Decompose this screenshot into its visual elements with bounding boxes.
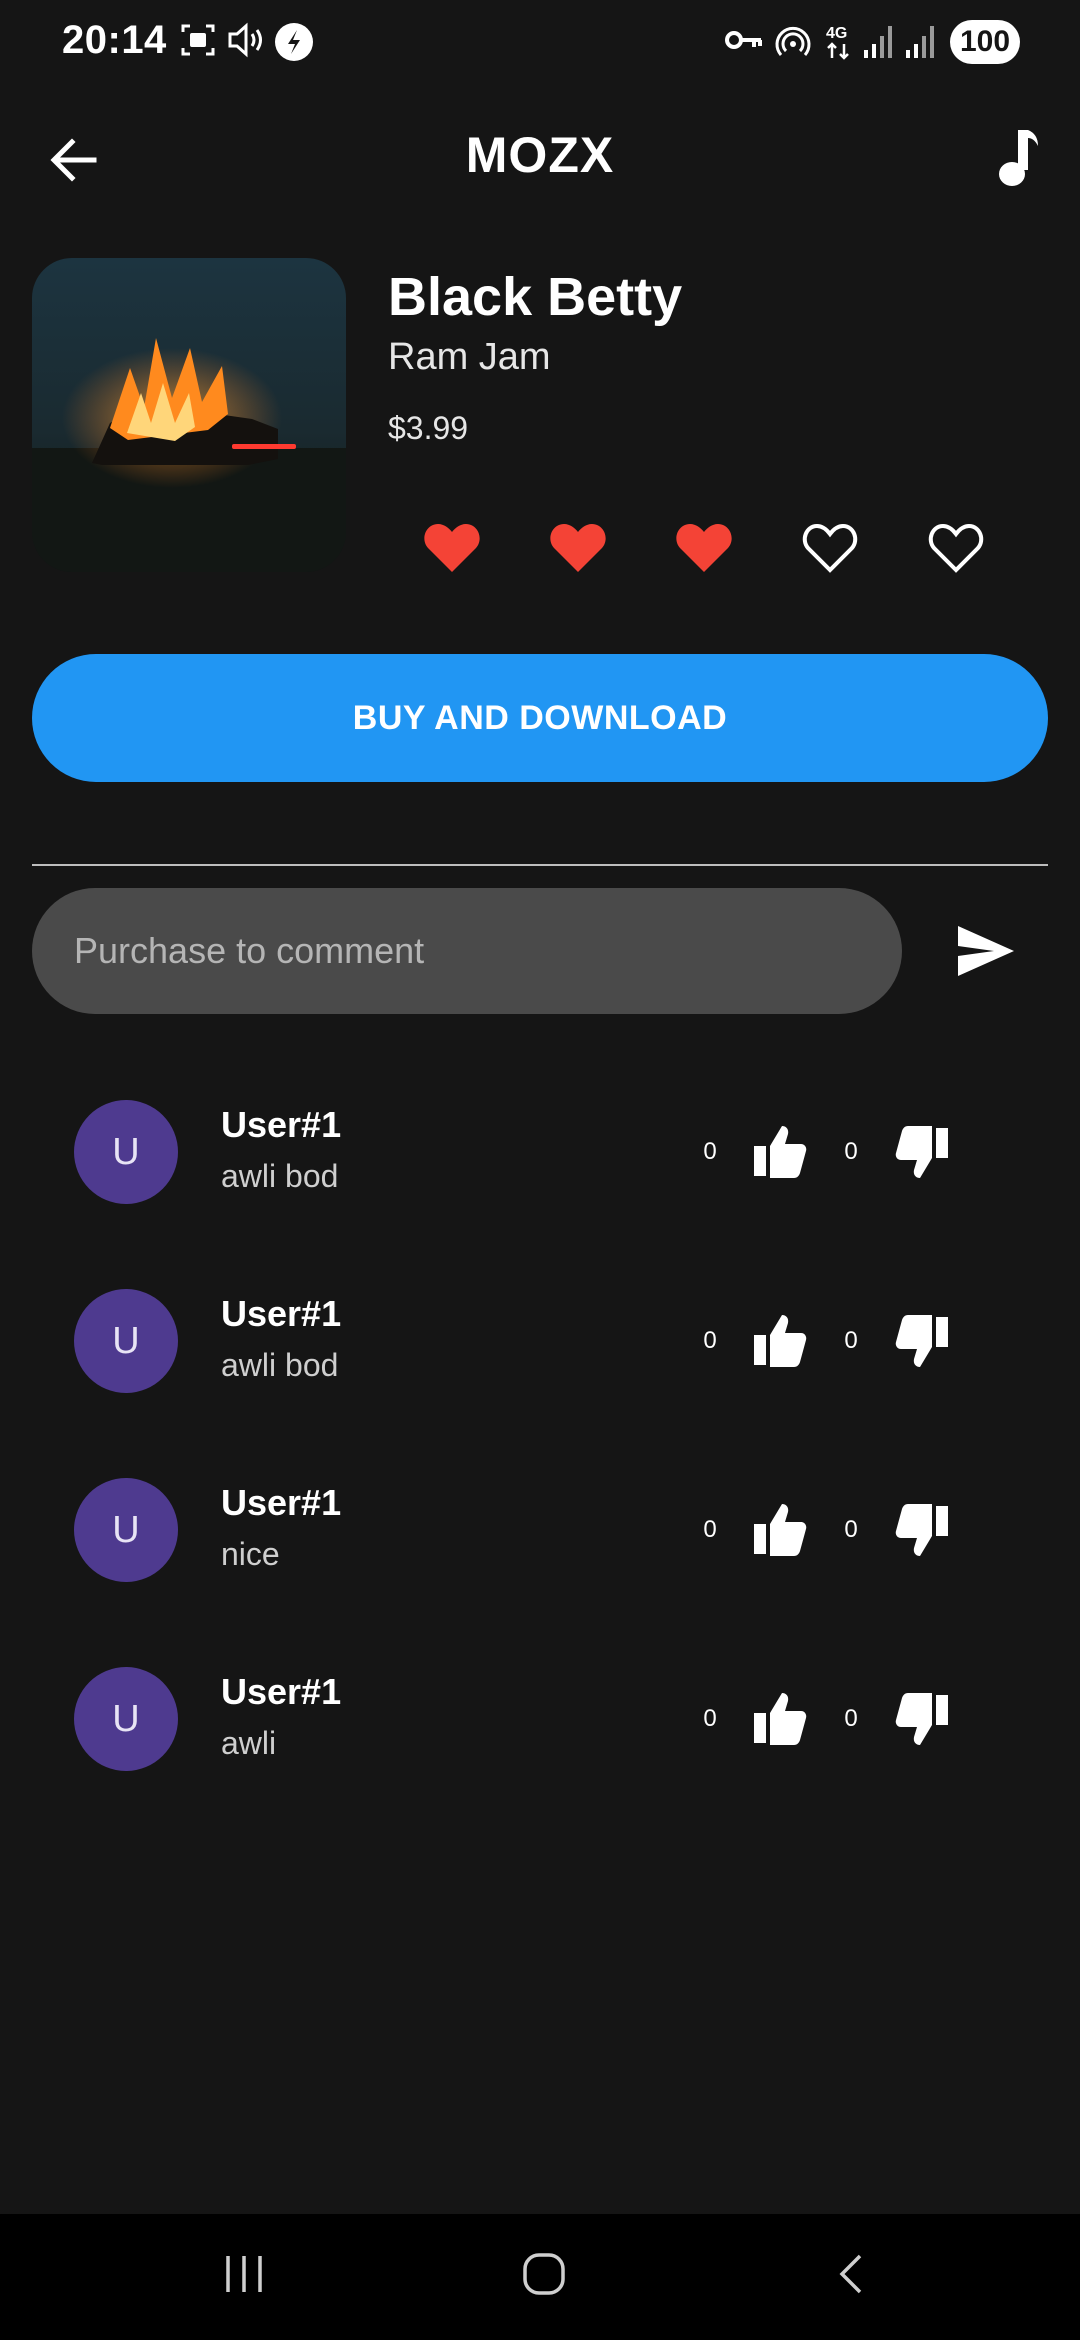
comment-text: nice: [221, 1536, 280, 1572]
comment-item: U User#1 awli 0 0: [0, 1649, 1080, 1789]
app-title: MOZX: [465, 127, 615, 183]
avatar: U: [74, 1289, 178, 1393]
song-title: Black Betty: [388, 267, 683, 327]
comment-text: awli: [221, 1725, 277, 1761]
heart-icon[interactable]: [422, 520, 482, 576]
comment-item: U User#1 awli bod 0 0: [0, 1082, 1080, 1222]
thumb-up-icon[interactable]: [752, 1313, 808, 1367]
home-icon[interactable]: [522, 2252, 566, 2296]
vpn-key-icon: [725, 31, 762, 49]
comment-text: awli bod: [221, 1158, 339, 1194]
thumb-down-icon[interactable]: [894, 1504, 950, 1558]
comment-user: User#1: [221, 1293, 342, 1334]
signal-icon: [864, 26, 892, 58]
like-count: 0: [703, 1705, 717, 1732]
avatar: U: [74, 1100, 178, 1204]
comment-user: User#1: [221, 1104, 342, 1145]
comment-input[interactable]: [32, 888, 902, 1014]
hotspot-icon: [775, 26, 811, 56]
like-count: 0: [703, 1516, 717, 1543]
thumb-down-icon[interactable]: [894, 1126, 950, 1180]
battery-indicator: 100: [950, 20, 1020, 64]
buy-and-download-button[interactable]: BUY AND DOWNLOAD: [32, 654, 1048, 782]
album-art: [32, 258, 346, 572]
heart-icon[interactable]: [674, 520, 734, 576]
comment-item: U User#1 awli bod 0 0: [0, 1271, 1080, 1411]
network-4g-icon: 4G: [826, 25, 849, 60]
song-artist: Ram Jam: [388, 336, 551, 378]
thumb-up-icon[interactable]: [752, 1124, 808, 1178]
recent-apps-icon[interactable]: [222, 2252, 266, 2296]
comment-item: U User#1 nice 0 0: [0, 1460, 1080, 1600]
screenshot-icon: [181, 24, 215, 56]
nav-back-icon[interactable]: [830, 2252, 874, 2296]
thumb-up-icon[interactable]: [752, 1691, 808, 1745]
like-count: 0: [703, 1138, 717, 1165]
like-count: 0: [703, 1327, 717, 1354]
dislike-count: 0: [844, 1138, 858, 1165]
speaker-icon: [228, 22, 262, 58]
comment-text: awli bod: [221, 1347, 339, 1383]
dislike-count: 0: [844, 1705, 858, 1732]
signal-icon-2: [906, 26, 934, 58]
status-bar: 20:14 4G 100: [0, 0, 1080, 84]
send-icon[interactable]: [956, 924, 1016, 978]
divider: [32, 864, 1048, 866]
dislike-count: 0: [844, 1516, 858, 1543]
comment-user: User#1: [221, 1671, 342, 1712]
status-time: 20:14: [62, 18, 167, 62]
heart-outline-icon[interactable]: [800, 520, 860, 576]
comment-user: User#1: [221, 1482, 342, 1523]
avatar: U: [74, 1478, 178, 1582]
song-price: $3.99: [388, 410, 469, 446]
heart-outline-icon[interactable]: [926, 520, 986, 576]
power-saver-icon: [275, 23, 313, 61]
avatar: U: [74, 1667, 178, 1771]
svg-text:4G: 4G: [826, 25, 847, 42]
thumb-down-icon[interactable]: [894, 1693, 950, 1747]
navigation-bar: [0, 2214, 1080, 2340]
dislike-count: 0: [844, 1327, 858, 1354]
thumb-down-icon[interactable]: [894, 1315, 950, 1369]
app-bar: MOZX: [0, 110, 1080, 200]
thumb-up-icon[interactable]: [752, 1502, 808, 1556]
music-note-icon[interactable]: [988, 126, 1044, 190]
heart-icon[interactable]: [548, 520, 608, 576]
